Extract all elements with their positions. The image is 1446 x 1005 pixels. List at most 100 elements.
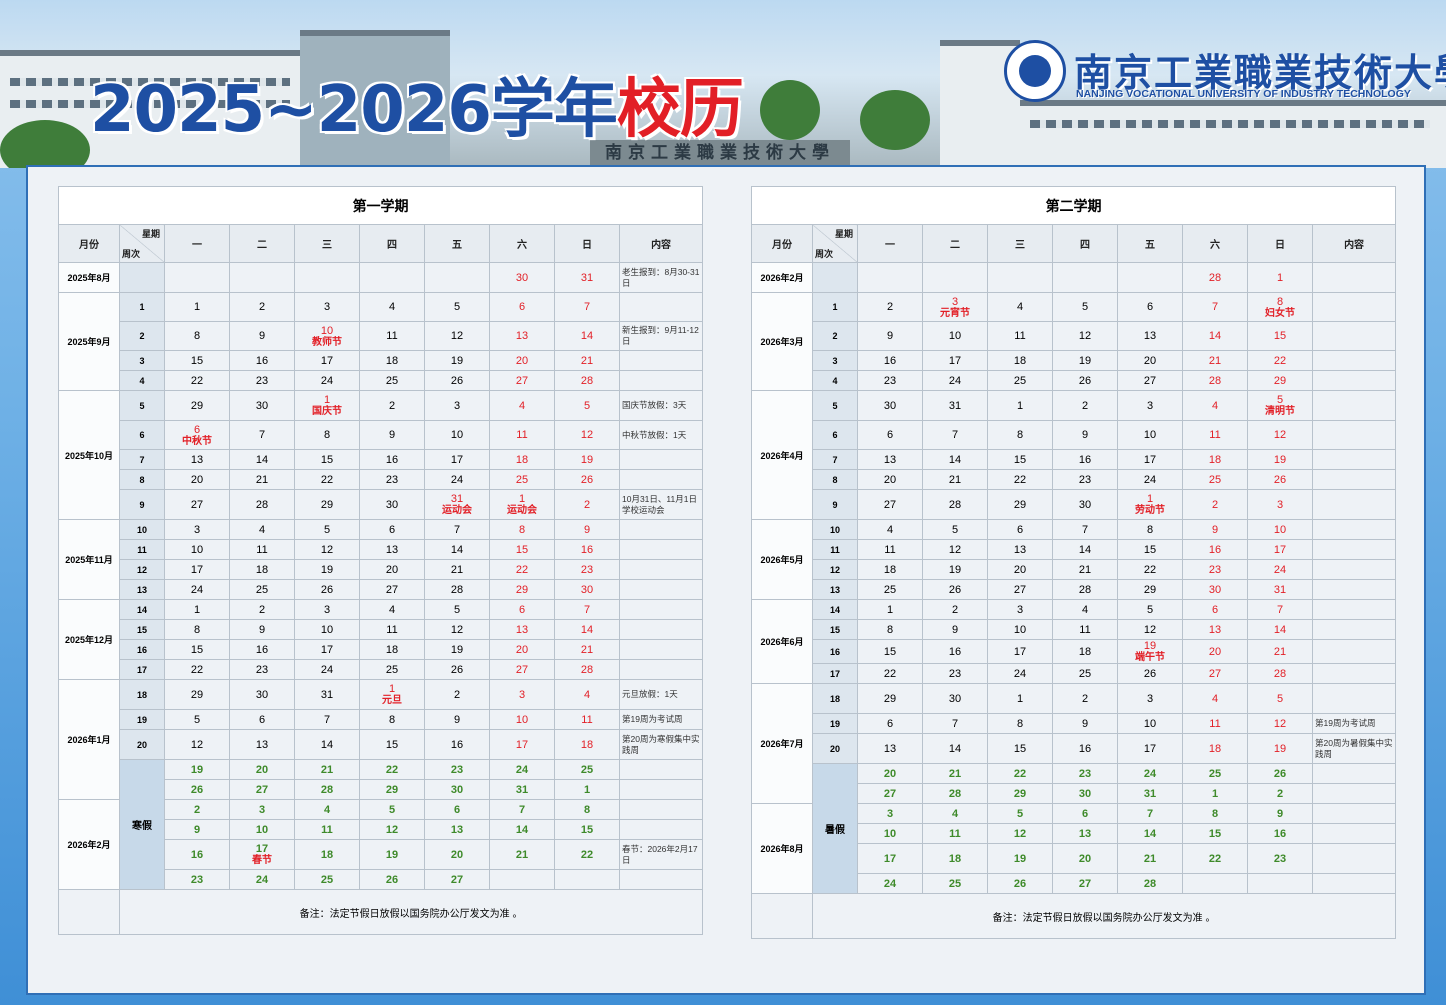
week-row: 19 6 7 8 9 10 11 12 第19周为考试周 bbox=[752, 713, 1397, 734]
month-cell: 2025年10月 bbox=[58, 390, 120, 520]
day-number: 7 bbox=[323, 713, 331, 726]
week-number: 1 bbox=[812, 292, 858, 322]
day-cell bbox=[294, 262, 360, 293]
day-number: 3 bbox=[323, 301, 331, 313]
day-cell: 6 bbox=[229, 709, 295, 730]
week-number: 13 bbox=[812, 579, 858, 600]
day-number: 10 bbox=[320, 623, 334, 636]
day-header: 一 bbox=[164, 224, 230, 263]
day-cell: 31 bbox=[294, 679, 360, 710]
day-number: 18 bbox=[948, 852, 962, 865]
day-number: 2 bbox=[1081, 399, 1089, 412]
day-cell: 29 bbox=[359, 779, 425, 800]
day-cell: 5 bbox=[987, 803, 1053, 824]
day-number: 19 bbox=[450, 643, 464, 656]
week-number: 8 bbox=[812, 469, 858, 490]
day-number: 11 bbox=[884, 543, 896, 556]
day-number: 29 bbox=[190, 399, 204, 412]
day-number: 16 bbox=[883, 354, 897, 367]
day-cell: 15 bbox=[489, 539, 555, 560]
day-cell: 16 bbox=[922, 639, 988, 664]
day-number: 29 bbox=[320, 498, 334, 511]
day-number: 18 bbox=[320, 848, 334, 861]
day-cell: 7 bbox=[1117, 803, 1183, 824]
day-number: 2 bbox=[1276, 787, 1284, 800]
day-number: 12 bbox=[1273, 717, 1287, 730]
day-number: 4 bbox=[323, 803, 331, 816]
day-number: 5 bbox=[1081, 301, 1089, 313]
day-cell: 29 bbox=[987, 489, 1053, 520]
week-number: 11 bbox=[812, 539, 858, 560]
day-cell: 23 bbox=[1052, 469, 1118, 490]
day-cell: 6 bbox=[489, 599, 555, 620]
day-number: 17 bbox=[190, 563, 204, 576]
day-cell: 23 bbox=[1182, 559, 1248, 580]
day-number: 14 bbox=[948, 453, 962, 466]
day-number: 20 bbox=[1013, 563, 1027, 576]
day-number: 10 bbox=[1143, 717, 1157, 730]
week-row: 2026年5月 10 4 5 6 7 8 9 10 bbox=[751, 519, 1397, 600]
day-number: 17 bbox=[320, 354, 334, 367]
day-number: 19 bbox=[1143, 640, 1157, 652]
day-number: 23 bbox=[580, 563, 594, 576]
day-cell: 14 bbox=[489, 819, 555, 840]
day-number: 21 bbox=[948, 767, 962, 780]
day-number: 1 bbox=[518, 493, 526, 505]
day-cell: 24 bbox=[294, 370, 360, 391]
week-number: 5 bbox=[119, 390, 165, 421]
day-cell: 14 bbox=[554, 321, 620, 351]
day-cell: 8 bbox=[987, 713, 1053, 734]
day-cell: 3 bbox=[294, 292, 360, 322]
content-note: 老生报到：8月30-31日 bbox=[618, 262, 704, 293]
week-row: 4 22 23 24 25 26 27 28 bbox=[59, 370, 704, 391]
day-cell: 4 bbox=[294, 799, 360, 820]
day-cell: 18 bbox=[1182, 449, 1248, 470]
day-number: 16 bbox=[1208, 543, 1222, 556]
day-cell: 28 bbox=[554, 370, 620, 391]
month-cell: 2026年5月 bbox=[751, 519, 813, 600]
day-cell: 9 bbox=[1052, 713, 1118, 734]
content-note bbox=[1311, 321, 1397, 351]
day-number: 9 bbox=[193, 823, 201, 836]
day-cell: 7 bbox=[424, 519, 490, 540]
day-cell: 12 bbox=[554, 420, 620, 450]
week-number: 17 bbox=[812, 663, 858, 684]
day-cell: 20 bbox=[424, 839, 490, 870]
content-note bbox=[618, 370, 704, 391]
day-cell: 3 bbox=[987, 599, 1053, 620]
week-number: 10 bbox=[812, 519, 858, 540]
day-number: 4 bbox=[583, 688, 591, 701]
day-number: 13 bbox=[1013, 543, 1027, 556]
day-number: 10 bbox=[1273, 523, 1287, 536]
day-number: 21 bbox=[255, 473, 269, 486]
day-cell: 10 bbox=[489, 709, 555, 730]
day-number: 30 bbox=[883, 399, 897, 412]
day-header: 六 bbox=[489, 224, 555, 263]
content-note bbox=[1311, 619, 1397, 640]
day-cell: 17 春节 bbox=[229, 839, 295, 870]
day-number: 24 bbox=[883, 877, 897, 890]
day-cell: 12 bbox=[1117, 619, 1183, 640]
day-cell: 9 bbox=[229, 321, 295, 351]
day-number: 7 bbox=[1276, 603, 1284, 616]
day-number: 14 bbox=[948, 742, 962, 755]
day-cell: 11 bbox=[554, 709, 620, 730]
day-number: 2 bbox=[388, 399, 396, 412]
day-number: 11 bbox=[386, 623, 398, 636]
day-number: 30 bbox=[1078, 498, 1092, 511]
day-number: 4 bbox=[1016, 301, 1024, 313]
day-cell: 3 bbox=[857, 803, 923, 824]
day-cell: 9 bbox=[1182, 519, 1248, 540]
day-number: 16 bbox=[948, 645, 962, 658]
week-number: 1 bbox=[119, 292, 165, 322]
day-number: 27 bbox=[1143, 374, 1157, 387]
day-cell: 10 bbox=[424, 420, 490, 450]
day-cell: 20 bbox=[1182, 639, 1248, 664]
day-number: 29 bbox=[515, 583, 529, 596]
day-number: 27 bbox=[1208, 667, 1222, 680]
day-number: 14 bbox=[450, 543, 464, 556]
day-number: 22 bbox=[320, 473, 334, 486]
day-cell: 27 bbox=[1052, 873, 1118, 894]
day-cell: 22 bbox=[987, 469, 1053, 490]
day-number: 6 bbox=[1081, 807, 1089, 820]
